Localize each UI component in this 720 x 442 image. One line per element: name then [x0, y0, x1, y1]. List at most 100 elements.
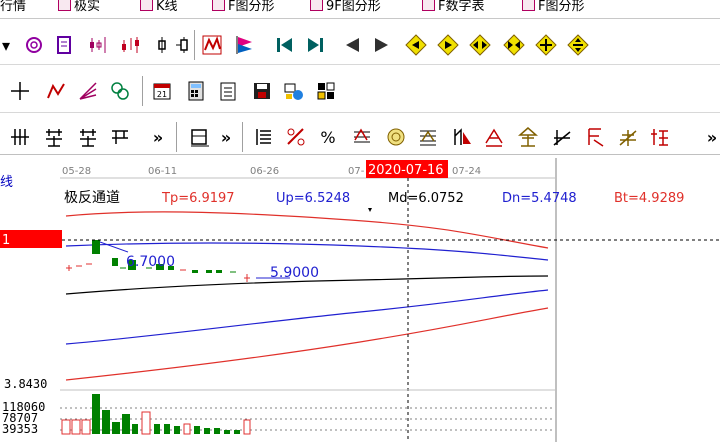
toolbar-separator — [142, 76, 146, 106]
toolbar-button[interactable] — [8, 124, 32, 150]
toolbar-separator — [194, 30, 198, 60]
menu-bar: 行情 极实 K线 F图分形 9F图分形 F数字表 F图分形 — [0, 0, 720, 19]
volume-panel: 3.8430 118060 78707 39353 — [2, 377, 555, 436]
toolbar-button[interactable] — [384, 124, 408, 150]
toolbar-overflow[interactable]: » — [214, 124, 238, 150]
toolbar-button[interactable]: % — [316, 124, 340, 150]
toolbar-button[interactable] — [118, 32, 142, 58]
volume-bar — [122, 414, 130, 434]
date-axis: 05-28 06-11 06-26 07- 2020-07-16 07-24 — [60, 160, 555, 179]
last-button[interactable] — [304, 32, 328, 58]
volume-bar — [81, 419, 91, 435]
percent-chart-icon — [287, 128, 305, 146]
menu-item-label: F图分形 — [538, 0, 585, 14]
toolbar-button[interactable] — [550, 124, 574, 150]
volume-bar — [234, 430, 240, 434]
toolbar-button[interactable] — [350, 124, 374, 150]
chevron-right-icon: » — [706, 127, 718, 147]
toolbar-button[interactable] — [188, 124, 212, 150]
dn-line — [65, 289, 549, 345]
toolbar-button[interactable] — [616, 124, 640, 150]
toolbar-button[interactable] — [482, 124, 506, 150]
next-button[interactable] — [370, 32, 394, 58]
zoom-button[interactable] — [534, 32, 558, 58]
candle — [216, 270, 222, 273]
toolbar-button[interactable] — [172, 32, 196, 58]
toolbar-button[interactable] — [584, 124, 608, 150]
bt-line — [65, 307, 549, 381]
save-button[interactable] — [250, 78, 274, 104]
indicator-icon — [553, 130, 571, 146]
toolbar-button[interactable] — [314, 78, 338, 104]
date-label: 06-26 — [250, 166, 279, 177]
diamond-arrows-all-icon — [567, 34, 589, 56]
toolbar-button[interactable] — [232, 32, 256, 58]
kline-chart[interactable]: 05-28 06-11 06-26 07- 2020-07-16 07-24 线… — [0, 158, 720, 442]
toolbar-button[interactable]: 21 — [150, 78, 174, 104]
toolbar-button[interactable] — [284, 124, 308, 150]
indicator-icon — [420, 130, 436, 146]
candle — [92, 240, 100, 254]
zoom-button[interactable] — [502, 32, 526, 58]
indicator-tp: Tp=6.9197 — [161, 191, 235, 206]
menu-item-quotes[interactable]: 行情 — [0, 0, 26, 14]
indicator-md: Md=6.0752 — [388, 191, 464, 206]
glyph-icon — [80, 129, 96, 147]
toolbar-button[interactable] — [450, 124, 474, 150]
toolbar-button[interactable] — [108, 124, 132, 150]
toolbar-button[interactable] — [184, 78, 208, 104]
menu-item-kline[interactable]: K线 — [140, 0, 178, 14]
cursor-marker — [368, 208, 372, 212]
chevron-right-icon: » — [220, 127, 232, 147]
menu-item-6[interactable]: F图分形 — [522, 0, 584, 14]
toolbar-overflow[interactable]: » — [146, 124, 170, 150]
toolbar-button[interactable] — [108, 78, 132, 104]
diamond-arrow-left-icon — [405, 34, 427, 56]
toolbar-button[interactable] — [86, 32, 110, 58]
toolbar-button[interactable] — [52, 32, 76, 58]
toolbar-button[interactable] — [416, 124, 440, 150]
toolbar-button[interactable] — [150, 32, 174, 58]
menu-item-label: F数字表 — [438, 0, 485, 14]
toolbar-button[interactable] — [516, 124, 540, 150]
toolbar-button[interactable] — [44, 78, 68, 104]
toolbar-button[interactable] — [648, 124, 672, 150]
toolbar-button[interactable] — [76, 124, 100, 150]
toolbar-overflow[interactable]: » — [704, 124, 720, 150]
chevron-right-icon: » — [152, 127, 164, 147]
toolbar-grip[interactable]: ▾ — [0, 32, 12, 58]
chart-icon — [212, 0, 225, 11]
zoom-button[interactable] — [404, 32, 428, 58]
diamond-arrows-inward-icon — [503, 34, 525, 56]
menu-item-3[interactable]: F图分形 — [212, 0, 274, 14]
zoom-button[interactable] — [566, 32, 590, 58]
toolbar-button[interactable] — [216, 78, 240, 104]
data-transfer-icon — [317, 82, 335, 100]
prev-button[interactable] — [340, 32, 364, 58]
menu-item-label: 9F图分形 — [326, 0, 381, 14]
signal-icon — [454, 128, 471, 145]
toolbar-button[interactable] — [76, 78, 100, 104]
menu-item-1[interactable]: 极实 — [58, 0, 100, 14]
zoom-button[interactable] — [468, 32, 492, 58]
first-button[interactable] — [272, 32, 296, 58]
candle-icon — [90, 37, 106, 53]
menu-item-5[interactable]: F数字表 — [422, 0, 484, 14]
crosshair-button[interactable] — [8, 78, 32, 104]
toolbar-button[interactable] — [200, 32, 224, 58]
toolbar-button[interactable] — [252, 124, 276, 150]
indicator-name: 极反通道 — [64, 190, 120, 206]
toolbar-button[interactable] — [22, 32, 46, 58]
menu-item-label: K线 — [156, 0, 178, 14]
indicator-icon — [588, 128, 604, 147]
calendar-icon: 21 — [153, 83, 171, 100]
menu-item-4[interactable]: 9F图分形 — [310, 0, 381, 14]
cursor-date-label: 2020-07-16 — [368, 163, 444, 178]
toolbar-button[interactable] — [282, 78, 306, 104]
zoom-button[interactable] — [436, 32, 460, 58]
indicator-bt: Bt=4.9289 — [614, 191, 684, 206]
indicator-icon — [651, 129, 668, 146]
toolbar-button[interactable] — [42, 124, 66, 150]
crosshair-icon — [11, 82, 29, 100]
candle — [112, 258, 118, 266]
